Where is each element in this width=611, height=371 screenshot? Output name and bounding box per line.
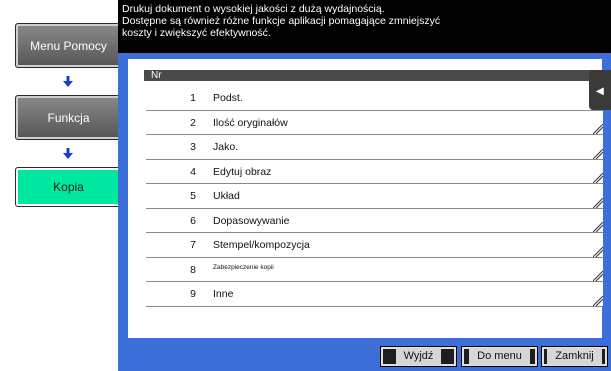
corner-mark-icon [593, 271, 603, 281]
list-item[interactable]: 3 Jako. [146, 135, 603, 160]
item-number: 6 [190, 214, 196, 227]
list-item[interactable]: 7 Stempel/kompozycja [146, 233, 603, 258]
item-label: Stempel/kompozycja [213, 239, 310, 251]
item-number: 7 [190, 239, 196, 251]
to-menu-button[interactable]: Do menu [461, 346, 538, 367]
item-number: 8 [190, 263, 196, 276]
function-list-panel: Nr 1 Podst. 2 Ilość oryginałów 3 Jako. 4… [128, 59, 603, 338]
funkcja-label: Funkcja [47, 110, 90, 125]
left-navigation: Menu Pomocy Funkcja Kopia [0, 0, 133, 371]
exit-button[interactable]: Wyjdź [380, 346, 457, 367]
corner-mark-icon [593, 173, 603, 183]
corner-mark-icon [593, 222, 603, 232]
close-label: Zamknij [547, 348, 602, 365]
list-item[interactable]: 6 Dopasowywanie [146, 208, 603, 233]
side-tab-glyph: ◂ [596, 81, 604, 98]
item-number: 9 [190, 288, 196, 300]
kopia-label: Kopia [53, 180, 84, 194]
list-item[interactable]: 5 Układ [146, 184, 603, 209]
list-column-header: Nr [144, 70, 603, 81]
description-line-1: Drukuj dokument o wysokiej jakości z duż… [122, 3, 385, 15]
down-arrow-icon [63, 76, 73, 87]
item-label: Podst. [213, 92, 243, 104]
corner-mark-icon [593, 124, 603, 134]
item-number: 4 [190, 165, 196, 178]
item-label: Ilość oryginałów [213, 116, 288, 129]
item-label: Edytuj obraz [213, 165, 272, 178]
item-number: 1 [190, 92, 196, 104]
to-menu-label: Do menu [469, 348, 530, 365]
close-button[interactable]: Zamknij [541, 346, 608, 367]
description-line-2: Dostępne są również różne funkcje aplika… [122, 15, 441, 27]
list-item[interactable]: 9 Inne [146, 282, 603, 307]
list-item[interactable]: 4 Edytuj obraz [146, 159, 603, 184]
list-item[interactable]: 8 Zabezpieczenie kopii [146, 257, 603, 282]
funkcja-button[interactable]: Funkcja [15, 95, 122, 140]
corner-mark-icon [593, 246, 603, 257]
item-label: Układ [213, 190, 240, 202]
item-label: Jako. [213, 141, 239, 153]
menu-pomocy-button[interactable]: Menu Pomocy [15, 23, 122, 68]
list-item[interactable]: 2 Ilość oryginałów [146, 110, 603, 135]
corner-mark-icon [593, 148, 603, 159]
exit-label: Wyjdź [395, 348, 442, 365]
item-number: 5 [190, 190, 196, 202]
description-line-3: koszty i zwiększyć efektywność. [122, 27, 271, 39]
item-number: 3 [190, 141, 196, 153]
item-label: Zabezpieczenie kopii [213, 263, 274, 271]
main-panel: Drukuj dokument o wysokiej jakości z duż… [118, 0, 611, 371]
menu-pomocy-label: Menu Pomocy [30, 38, 107, 53]
description-header: Drukuj dokument o wysokiej jakości z duż… [118, 0, 611, 53]
item-label: Inne [213, 288, 234, 300]
function-list: 1 Podst. 2 Ilość oryginałów 3 Jako. 4 Ed… [146, 86, 603, 307]
corner-mark-icon [593, 197, 603, 208]
collapse-left-icon[interactable]: ◂ [589, 70, 611, 110]
corner-mark-icon [593, 295, 603, 306]
down-arrow-icon [63, 148, 73, 159]
list-item[interactable]: 1 Podst. [146, 86, 603, 111]
item-number: 2 [190, 116, 196, 129]
item-label: Dopasowywanie [213, 214, 290, 227]
kopia-button[interactable]: Kopia [15, 167, 122, 207]
